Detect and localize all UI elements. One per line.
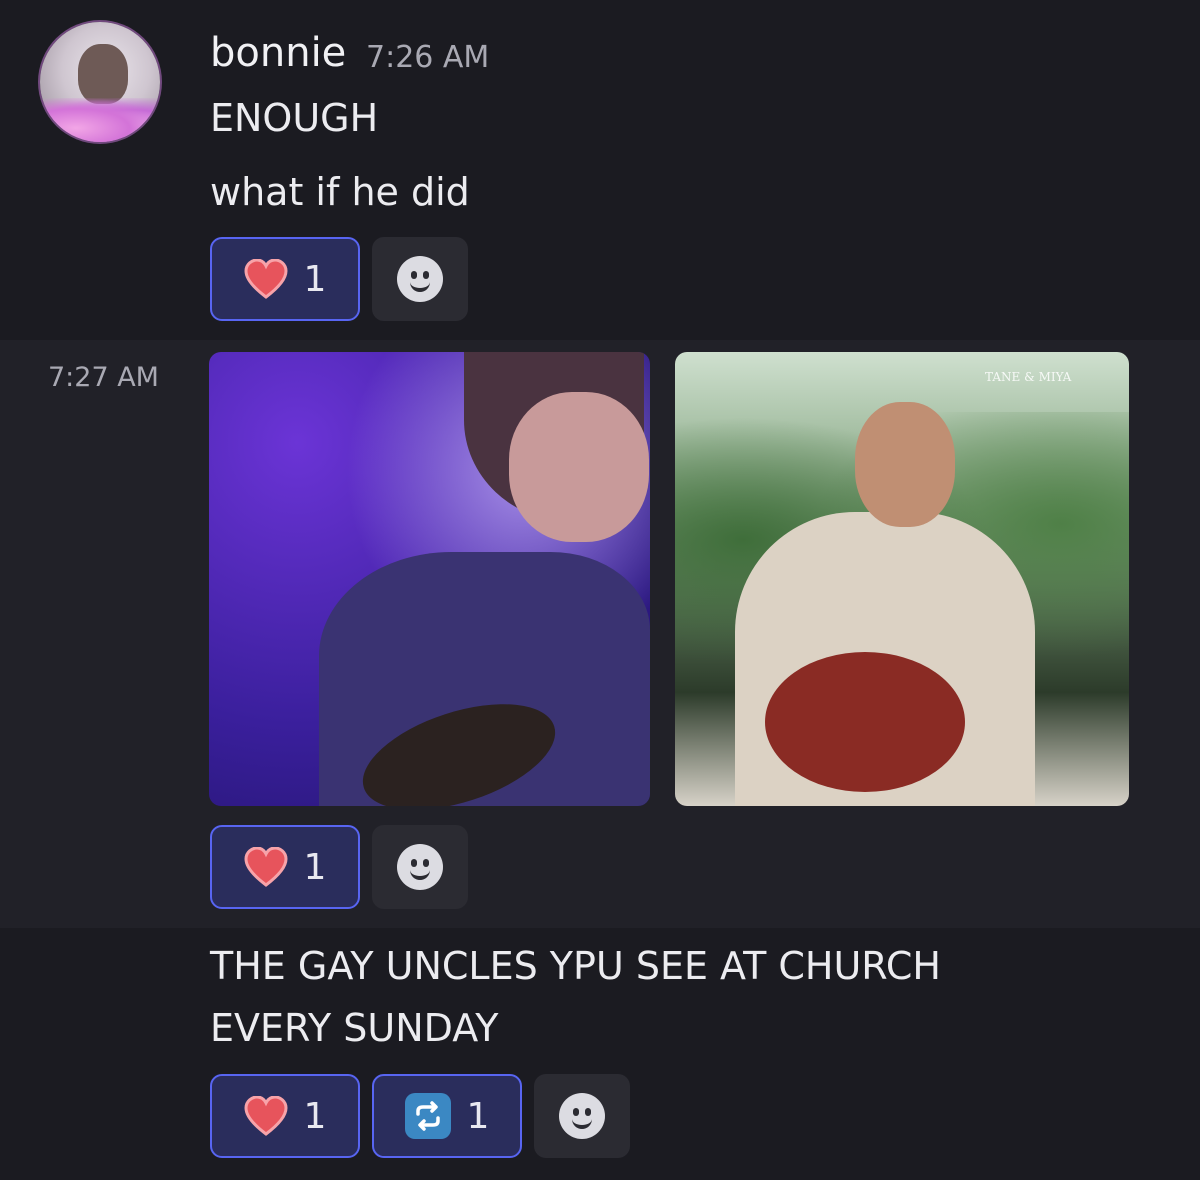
reaction-count: 1	[303, 1095, 327, 1137]
reaction-count: 1	[303, 258, 327, 300]
message-line-2: what if he did	[210, 170, 470, 214]
attachment-image-2[interactable]: TANE & MIYA	[675, 352, 1129, 806]
add-reaction-button[interactable]	[534, 1074, 630, 1158]
username[interactable]: bonnie	[210, 30, 346, 76]
heart-icon	[244, 259, 288, 299]
heart-reaction-button[interactable]: 1	[210, 237, 360, 321]
image-figure	[855, 402, 955, 527]
heart-reaction-button[interactable]: 1	[210, 825, 360, 909]
user-avatar[interactable]	[40, 22, 160, 142]
smiley-icon	[397, 844, 443, 890]
reaction-bar: 1	[210, 237, 468, 321]
avatar-face	[78, 44, 128, 104]
smiley-icon	[559, 1093, 605, 1139]
reaction-count: 1	[466, 1095, 490, 1137]
attachment-image-1[interactable]	[209, 352, 650, 806]
avatar-cloud-decoration	[40, 98, 160, 142]
reaction-bar: 1	[210, 825, 468, 909]
image-overlay-text: TANE & MIYA	[985, 370, 1072, 384]
image-figure	[765, 652, 965, 792]
add-reaction-button[interactable]	[372, 825, 468, 909]
message-line-1: THE GAY UNCLES YPU SEE AT CHURCH	[210, 944, 941, 988]
repeat-reaction-button[interactable]: 1	[372, 1074, 522, 1158]
message-line-1: ENOUGH	[210, 96, 379, 140]
reaction-bar: 1 1	[210, 1074, 630, 1158]
image-figure	[509, 392, 649, 542]
reaction-count: 1	[303, 846, 327, 888]
message-timestamp: 7:26 AM	[366, 40, 490, 75]
repeat-arrows-icon	[415, 1101, 440, 1131]
message-timestamp: 7:27 AM	[48, 362, 159, 393]
add-reaction-button[interactable]	[372, 237, 468, 321]
smiley-icon	[397, 256, 443, 302]
repeat-icon	[404, 1093, 451, 1139]
heart-icon	[244, 847, 288, 887]
heart-reaction-button[interactable]: 1	[210, 1074, 360, 1158]
heart-icon	[244, 1096, 288, 1136]
message-line-2: EVERY SUNDAY	[210, 1006, 499, 1050]
